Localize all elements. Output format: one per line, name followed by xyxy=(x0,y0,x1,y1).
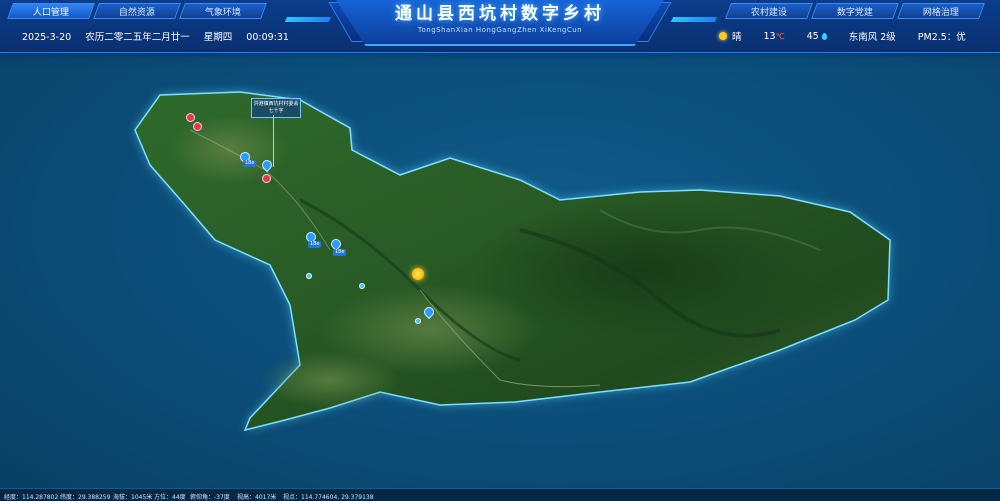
callout-leader-line xyxy=(273,115,274,167)
weather-condition: 晴 xyxy=(732,32,742,43)
blue-point-marker[interactable] xyxy=(415,318,421,324)
dashboard: 洪港镇西坑村村委会 七十字 18e 18e 18e 人口管理 自然资源 气象环境… xyxy=(0,0,1000,501)
tab-grid-governance[interactable]: 网格治理 xyxy=(897,3,985,19)
page-subtitle: TongShanXian HongGangZhen XiKengCun xyxy=(417,26,583,34)
village-callout[interactable]: 洪港镇西坑村村委会 七十字 xyxy=(251,98,301,118)
tab-rural-construction[interactable]: 农村建设 xyxy=(725,3,813,19)
page-title: 通山县西坑村数字乡村 xyxy=(395,4,605,24)
tab-digital-party[interactable]: 数字党建 xyxy=(811,3,899,19)
status-elevation: 海拔：1045米 xyxy=(113,494,153,501)
humidity-value: 45 xyxy=(806,30,819,42)
temperature-value: 13 xyxy=(763,30,776,42)
tab-population[interactable]: 人口管理 xyxy=(7,3,95,19)
blue-point-marker[interactable] xyxy=(306,273,312,279)
terrain-map[interactable] xyxy=(0,0,1000,501)
status-view-height: 视高：4017米 xyxy=(237,494,277,501)
datetime-display: 2025-3-20 农历二零二五年二月廿一 星期四 00:09:31 xyxy=(22,29,300,43)
status-heading: 方位：44度 xyxy=(154,494,186,501)
status-camera-point: 视点：114.774604, 29.379138 xyxy=(283,494,374,501)
status-longitude: 经度：114.287802 xyxy=(4,494,59,501)
page-title-block: 通山县西坑村数字乡村 TongShanXian HongGangZhen XiK… xyxy=(370,3,630,35)
temperature-unit: ℃ xyxy=(775,31,785,41)
red-location-pin[interactable] xyxy=(193,122,202,131)
lunar-date-text: 农历二零二五年二月廿一 xyxy=(85,32,190,43)
sun-icon xyxy=(719,32,727,40)
time-text: 00:09:31 xyxy=(246,32,289,43)
current-location-marker[interactable] xyxy=(412,268,424,280)
red-location-pin[interactable] xyxy=(186,113,195,122)
wind-text: 东南风 2级 xyxy=(848,32,896,43)
air-quality-text: PM2.5：优 xyxy=(917,32,966,43)
pin-label: 18e xyxy=(243,160,257,167)
status-bar: 经度：114.287802 纬度：29.388259 海拔：1045米 方位：4… xyxy=(0,488,1000,501)
water-drop-icon xyxy=(821,32,827,40)
red-location-pin[interactable] xyxy=(262,174,271,183)
weather-panel: 晴 13 ℃ 45 东南风 2级 PM2.5：优 xyxy=(719,29,966,43)
weekday-text: 星期四 xyxy=(203,32,233,43)
blue-point-marker[interactable] xyxy=(359,283,365,289)
tab-natural-resources[interactable]: 自然资源 xyxy=(93,3,181,19)
callout-line-1: 洪港镇西坑村村委会 xyxy=(253,101,299,107)
nav-accent-left xyxy=(284,17,332,22)
pin-label: 18e xyxy=(333,249,347,256)
date-text: 2025-3-20 xyxy=(22,32,72,43)
status-pitch: 俯仰角：-37度 xyxy=(190,494,230,501)
callout-line-2: 七十字 xyxy=(268,108,284,114)
pin-label: 18e xyxy=(308,241,322,248)
nav-accent-right xyxy=(670,17,718,22)
status-latitude: 纬度：29.388259 xyxy=(60,494,111,501)
tab-meteorology[interactable]: 气象环境 xyxy=(179,3,267,19)
